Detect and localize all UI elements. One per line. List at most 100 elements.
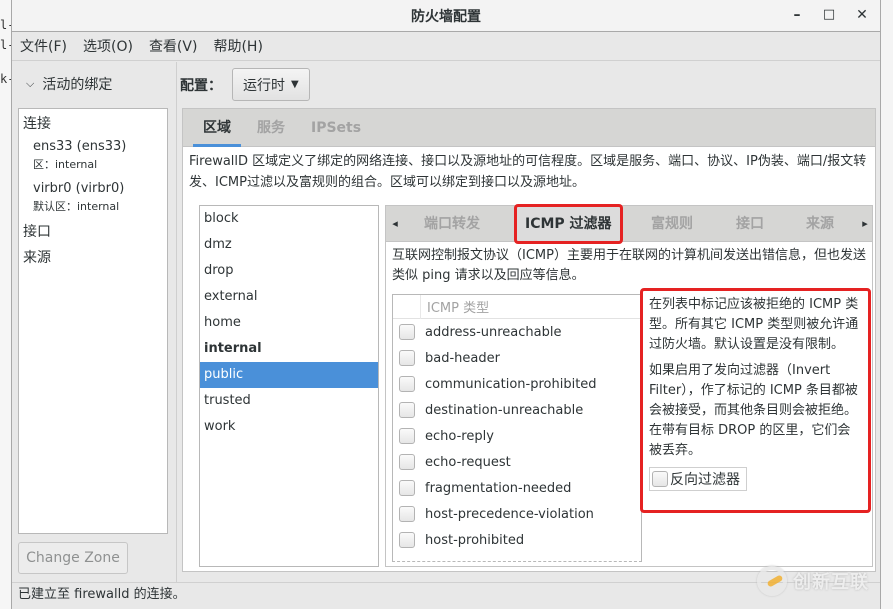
bindings-category-sources[interactable]: 来源 — [23, 247, 51, 267]
zone-item-dmz[interactable]: dmz — [200, 232, 378, 258]
bindings-category-interfaces[interactable]: 接口 — [23, 221, 51, 241]
header-checkbox-column — [393, 294, 421, 319]
invert-filter-label: 反向过滤器 — [670, 472, 740, 488]
icmp-help-panel: 在列表中标记应该被拒绝的 ICMP 类型。所有其它 ICMP 类型则被允许通过防… — [640, 288, 871, 513]
icmp-help-text-1: 在列表中标记应该被拒绝的 ICMP 类型。所有其它 ICMP 类型则被允许通过防… — [649, 297, 859, 352]
background-right — [881, 0, 893, 609]
configuration-selected-value: 运行时 — [243, 77, 285, 94]
connection-name: virbr0 (virbr0) — [33, 181, 125, 196]
icmp-type-name: destination-unreachable — [425, 402, 584, 418]
menu-help[interactable]: 帮助(H) — [213, 36, 262, 56]
icmp-type-name: address-unreachable — [425, 324, 562, 340]
status-bar: 已建立至 firewalld 的连接。 — [12, 582, 880, 609]
icmp-type-column-header[interactable]: ICMP 类型 — [421, 297, 489, 316]
tabs-scroll-left-button[interactable]: ◂ — [388, 206, 402, 242]
maximize-button[interactable]: □ — [820, 6, 838, 24]
active-bindings-pane: ⌵ 活动的绑定 连接 ens33 (ens33) 区：internal virb… — [12, 62, 177, 582]
checkbox[interactable] — [399, 350, 415, 366]
zone-item-drop[interactable]: drop — [200, 258, 378, 284]
window-title: 防火墙配置 — [411, 9, 481, 25]
tab-ipsets[interactable]: IPSets — [301, 109, 371, 147]
checkbox[interactable] — [399, 480, 415, 496]
configuration-label: 配置： — [180, 77, 222, 94]
arrow-left-icon: ◂ — [392, 217, 398, 230]
chevron-down-icon: ⌵ — [26, 77, 35, 90]
menu-view[interactable]: 查看(V) — [149, 36, 198, 56]
tab-interfaces[interactable]: 接口 — [736, 206, 764, 242]
checkbox[interactable] — [399, 376, 415, 392]
tab-icmp-filter[interactable]: ICMP 过滤器 — [514, 204, 623, 244]
invert-filter-checkbox[interactable]: 反向过滤器 — [649, 467, 747, 491]
icmp-row-bad-header[interactable]: bad-header — [393, 345, 641, 371]
minimize-button[interactable]: – — [788, 6, 806, 24]
tab-sources[interactable]: 来源 — [806, 206, 834, 242]
binding-connection-virbr0[interactable]: virbr0 (virbr0) 默认区：internal — [33, 181, 124, 214]
icmp-type-list: ICMP 类型 address-unreachable bad-header c… — [392, 294, 642, 562]
zone-item-block[interactable]: block — [200, 206, 378, 232]
icmp-row-echo-reply[interactable]: echo-reply — [393, 423, 641, 449]
watermark-text: 创新互联 — [793, 572, 869, 593]
zone-description: FirewallD 区域定义了绑定的网络连接、接口以及源地址的可信程度。区域是服… — [189, 154, 867, 190]
icmp-list-header: ICMP 类型 — [393, 294, 641, 319]
tab-services[interactable]: 服务 — [247, 109, 295, 147]
menu-bar: 文件(F) 选项(O) 查看(V) 帮助(H) — [12, 32, 880, 61]
icmp-row-fragmentation-needed[interactable]: fragmentation-needed — [393, 475, 641, 501]
close-button[interactable]: ✕ — [853, 6, 871, 24]
checkbox[interactable] — [399, 402, 415, 418]
checkbox[interactable] — [399, 428, 415, 444]
icmp-type-name: bad-header — [425, 350, 500, 366]
binding-connection-ens33[interactable]: ens33 (ens33) 区：internal — [33, 139, 126, 172]
checkbox[interactable] — [399, 506, 415, 522]
menu-options[interactable]: 选项(O) — [83, 36, 133, 56]
connection-zone: 区：internal — [33, 158, 98, 171]
icmp-row-destination-unreachable[interactable]: destination-unreachable — [393, 397, 641, 423]
main-notebook: 区域 服务 IPSets FirewallD 区域定义了绑定的网络连接、接口以及… — [182, 108, 876, 572]
checkbox[interactable] — [399, 454, 415, 470]
zone-item-work[interactable]: work — [200, 414, 378, 440]
icmp-type-name: echo-reply — [425, 428, 494, 444]
icmp-row-host-prohibited[interactable]: host-prohibited — [393, 527, 641, 553]
active-bindings-toggle[interactable]: ⌵ 活动的绑定 — [26, 74, 112, 94]
main-tab-bar: 区域 服务 IPSets — [183, 109, 875, 147]
checkbox[interactable] — [399, 532, 415, 548]
firewall-config-window: 防火墙配置 – □ ✕ 文件(F) 选项(O) 查看(V) 帮助(H) ⌵ 活动… — [11, 0, 881, 609]
bindings-category-connections[interactable]: 连接 — [23, 113, 51, 133]
checkbox[interactable] — [652, 471, 668, 487]
bindings-list: 连接 ens33 (ens33) 区：internal virbr0 (virb… — [18, 108, 168, 534]
zone-item-internal[interactable]: internal — [200, 336, 378, 362]
icmp-type-name: fragmentation-needed — [425, 480, 572, 496]
icmp-type-name: echo-request — [425, 454, 511, 470]
menu-file[interactable]: 文件(F) — [20, 36, 67, 56]
zone-settings-notebook: ◂ 端口转发 ICMP 过滤器 富规则 接口 来源 ▸ 互联网控制报文协议（IC… — [385, 204, 873, 567]
watermark-logo-icon — [757, 566, 787, 596]
zone-list: block dmz drop external home internal pu… — [199, 205, 379, 567]
icmp-type-name: host-precedence-violation — [425, 506, 594, 522]
connection-name: ens33 (ens33) — [33, 139, 127, 154]
zone-item-public[interactable]: public — [200, 362, 378, 388]
configuration-dropdown[interactable]: 运行时 ▼ — [232, 68, 310, 101]
title-bar: 防火墙配置 – □ ✕ — [12, 0, 880, 32]
icmp-help-text-2: 如果启用了发向过滤器（Invert Filter），作了标记的 ICMP 条目都… — [649, 363, 858, 458]
tab-port-forwarding[interactable]: 端口转发 — [424, 206, 480, 242]
icmp-row-echo-request[interactable]: echo-request — [393, 449, 641, 475]
checkbox[interactable] — [399, 324, 415, 340]
tab-zones[interactable]: 区域 — [193, 109, 241, 147]
zone-item-trusted[interactable]: trusted — [200, 388, 378, 414]
watermark: 创新互联 — [757, 566, 869, 596]
icmp-row-communication-prohibited[interactable]: communication-prohibited — [393, 371, 641, 397]
arrow-right-icon: ▸ — [862, 217, 868, 230]
configuration-row: 配置： 运行时 ▼ — [180, 68, 310, 101]
icmp-description: 互联网控制报文协议（ICMP）主要用于在联网的计算机间发送出错信息，但也发送类似… — [392, 248, 866, 283]
zone-settings-tab-bar: ◂ 端口转发 ICMP 过滤器 富规则 接口 来源 ▸ — [386, 204, 872, 244]
zone-item-external[interactable]: external — [200, 284, 378, 310]
icmp-type-name: communication-prohibited — [425, 376, 597, 392]
tabs-scroll-right-button[interactable]: ▸ — [858, 206, 872, 242]
change-zone-button[interactable]: Change Zone — [18, 542, 128, 574]
active-bindings-label: 活动的绑定 — [42, 77, 113, 93]
icmp-row-address-unreachable[interactable]: address-unreachable — [393, 319, 641, 345]
zone-item-home[interactable]: home — [200, 310, 378, 336]
tab-rich-rules[interactable]: 富规则 — [651, 206, 693, 242]
icmp-type-name: host-prohibited — [425, 532, 525, 548]
icmp-row-host-precedence-violation[interactable]: host-precedence-violation — [393, 501, 641, 527]
status-text: 已建立至 firewalld 的连接。 — [18, 587, 186, 602]
